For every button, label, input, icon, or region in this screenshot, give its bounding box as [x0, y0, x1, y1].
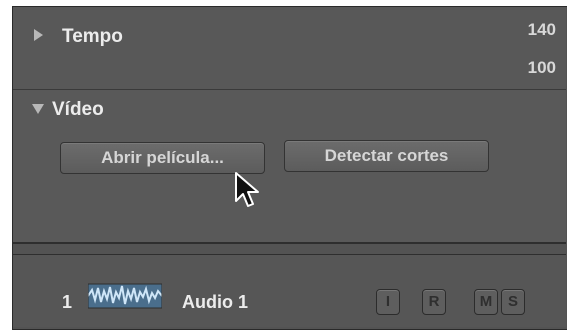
track-number: 1 — [62, 292, 73, 312]
mouse-pointer-icon — [235, 172, 259, 207]
disclosure-triangle-right-icon[interactable] — [34, 29, 43, 41]
tempo-title[interactable]: Tempo — [62, 26, 123, 48]
record-enable-button[interactable]: R — [422, 289, 446, 315]
input-monitor-button[interactable]: I — [376, 289, 400, 315]
section-divider — [13, 242, 566, 244]
tempo-section — [13, 7, 566, 90]
tempo-max-value: 140 — [527, 20, 556, 39]
open-movie-button[interactable]: Abrir película... — [60, 142, 265, 174]
audio-waveform-icon — [88, 283, 162, 309]
tempo-min-value: 100 — [527, 58, 556, 77]
track-name[interactable]: Audio 1 — [182, 292, 248, 313]
solo-button[interactable]: S — [501, 289, 525, 315]
disclosure-triangle-down-icon[interactable] — [32, 104, 44, 114]
mute-button[interactable]: M — [474, 289, 498, 315]
detect-cuts-button[interactable]: Detectar cortes — [284, 140, 489, 172]
video-title[interactable]: Vídeo — [52, 99, 104, 121]
